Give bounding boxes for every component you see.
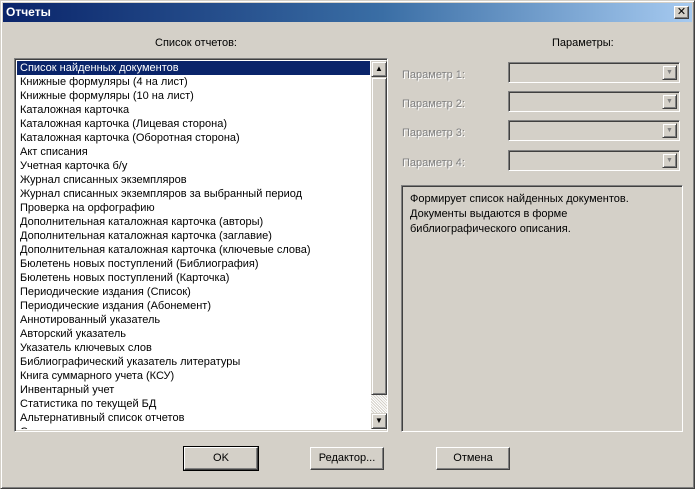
param-2-label: Параметр 2: [402,98,465,110]
list-item[interactable]: Системные операции [17,425,370,429]
scroll-thumb[interactable] [371,77,387,395]
scroll-down-icon: ▼ [375,416,383,425]
param-3-label: Параметр 3: [402,127,465,139]
param-2-dropdown-button[interactable]: ▼ [662,94,677,109]
chevron-down-icon: ▼ [666,127,673,134]
list-item[interactable]: Журнал списанных экземпляров [17,173,370,187]
close-button[interactable]: ✕ [674,6,689,19]
ok-button[interactable]: OK [183,446,259,471]
list-scrollbar[interactable]: ▲ ▼ [371,61,387,429]
reports-list: Список найденных документов Книжные форму… [17,61,370,429]
list-item[interactable]: Бюлетень новых поступлений (Карточка) [17,271,370,285]
param-1-dropdown-button[interactable]: ▼ [662,65,677,80]
window-title: Отчеты [6,5,51,19]
list-item[interactable]: Авторский указатель [17,327,370,341]
scroll-up-button[interactable]: ▲ [371,61,387,77]
list-item[interactable]: Учетная карточка б/у [17,159,370,173]
list-item[interactable]: Дополнительная каталожная карточка (авто… [17,215,370,229]
list-item[interactable]: Библиографический указатель литературы [17,355,370,369]
params-label: Параметры: [552,37,614,49]
list-item[interactable]: Статистика по текущей БД [17,397,370,411]
close-icon: ✕ [676,6,687,18]
list-item[interactable]: Акт списания [17,145,370,159]
list-item[interactable]: Дополнительная каталожная карточка (ключ… [17,243,370,257]
reports-list-label: Список отчетов: [155,37,237,49]
list-item[interactable]: Аннотированный указатель [17,313,370,327]
list-item[interactable]: Список найденных документов [17,61,370,75]
list-item[interactable]: Дополнительная каталожная карточка (загл… [17,229,370,243]
param-1-select[interactable]: ▼ [508,62,680,83]
param-4-label: Параметр 4: [402,157,465,169]
scroll-up-icon: ▲ [375,64,383,73]
chevron-down-icon: ▼ [666,98,673,105]
list-item[interactable]: Бюлетень новых поступлений (Библиография… [17,257,370,271]
param-2-select[interactable]: ▼ [508,91,680,112]
param-4-dropdown-button[interactable]: ▼ [662,153,677,168]
param-4-select[interactable]: ▼ [508,150,680,171]
list-item[interactable]: Периодические издания (Абонемент) [17,299,370,313]
reports-dialog: Отчеты ✕ Список отчетов: Параметры: Спис… [0,0,695,489]
list-item[interactable]: Журнал списанных экземпляров за выбранны… [17,187,370,201]
scroll-down-button[interactable]: ▼ [371,413,387,429]
list-item[interactable]: Каталожная карточка (Лицевая сторона) [17,117,370,131]
list-item[interactable]: Периодические издания (Список) [17,285,370,299]
title-bar: Отчеты ✕ [3,3,692,22]
list-item[interactable]: Инвентарный учет [17,383,370,397]
list-item[interactable]: Каталожная карточка [17,103,370,117]
param-3-select[interactable]: ▼ [508,120,680,141]
report-description: Формирует список найденных документов. Д… [401,185,683,432]
reports-listbox[interactable]: Список найденных документов Книжные форму… [14,58,388,432]
list-item[interactable]: Книжные формуляры (10 на лист) [17,89,370,103]
editor-button[interactable]: Редактор... [310,447,384,470]
cancel-button[interactable]: Отмена [436,447,510,470]
list-item[interactable]: Альтернативный список отчетов [17,411,370,425]
list-item[interactable]: Книга суммарного учета (КСУ) [17,369,370,383]
param-1-label: Параметр 1: [402,69,465,81]
list-item[interactable]: Каталожная карточка (Оборотная сторона) [17,131,370,145]
list-item[interactable]: Указатель ключевых слов [17,341,370,355]
list-item[interactable]: Книжные формуляры (4 на лист) [17,75,370,89]
chevron-down-icon: ▼ [666,69,673,76]
chevron-down-icon: ▼ [666,157,673,164]
param-3-dropdown-button[interactable]: ▼ [662,123,677,138]
list-item[interactable]: Проверка на орфографию [17,201,370,215]
